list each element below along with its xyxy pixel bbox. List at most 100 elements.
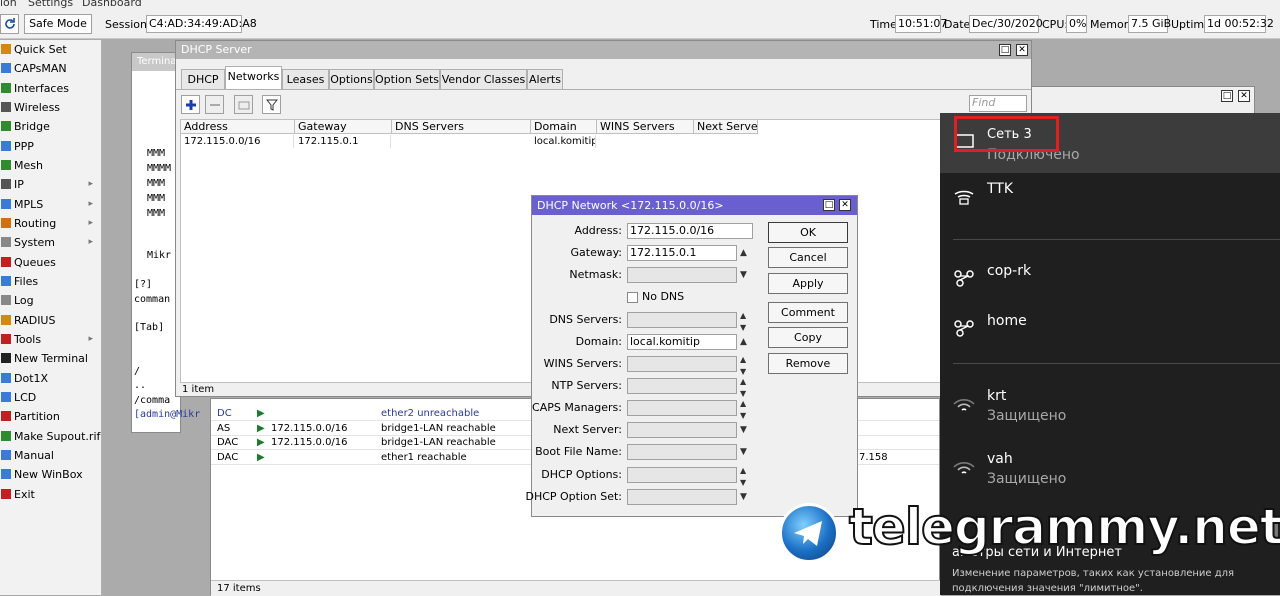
route-gateway: bridge1-LAN reachable xyxy=(381,437,496,448)
spinner-icon[interactable]: ▲ ▼ xyxy=(740,398,746,422)
column-header[interactable]: Gateway xyxy=(295,120,392,134)
sidebar-item-partition[interactable]: Partition xyxy=(0,407,101,426)
close-icon[interactable]: ✕ xyxy=(839,199,851,211)
boot-file-input[interactable] xyxy=(627,444,737,460)
maximize-icon[interactable]: □ xyxy=(1221,90,1233,102)
sidebar-item-mesh[interactable]: Mesh xyxy=(0,156,101,175)
close-icon[interactable]: ✕ xyxy=(1238,90,1250,102)
caps-managers-input[interactable] xyxy=(627,400,737,416)
background-window[interactable]: □ ✕ xyxy=(1030,86,1255,116)
cancel-button[interactable]: Cancel xyxy=(768,247,848,268)
network-item-2[interactable]: TTK xyxy=(940,181,1280,231)
domain-input[interactable]: local.komitip xyxy=(627,334,737,350)
tab-option-sets[interactable]: Option Sets xyxy=(374,69,440,89)
terminal-window[interactable]: Termina MMM MMMM MMM MMM MMM Mikr [?] comman [Ta… xyxy=(131,52,200,433)
sidebar-item-label: RADIUS xyxy=(14,313,56,327)
refresh-icon[interactable] xyxy=(0,14,19,34)
remove-icon[interactable] xyxy=(205,95,224,114)
tab-dhcp[interactable]: DHCP xyxy=(181,69,225,89)
safe-mode-button[interactable]: Safe Mode xyxy=(24,14,92,34)
spinner-icon[interactable]: ▲ ▼ xyxy=(740,465,746,489)
toolbar: Safe Mode Session: C4:AD:34:49:AD:A8 Tim… xyxy=(0,9,1280,39)
table-row[interactable]: 172.115.0.0/16 172.115.0.1 local.komitip xyxy=(181,135,1029,149)
maximize-icon[interactable]: □ xyxy=(999,44,1011,56)
dhcp-option-set-label: DHCP Option Set: xyxy=(525,490,622,503)
sidebar-item-manual[interactable]: Manual xyxy=(0,446,101,465)
address-input[interactable]: 172.115.0.0/16 xyxy=(627,223,753,239)
gateway-input[interactable]: 172.115.0.1 xyxy=(627,245,737,261)
comment-icon[interactable] xyxy=(234,95,253,114)
menu-item-settings[interactable]: Settings xyxy=(28,0,73,9)
spinner-icon[interactable]: ▲ xyxy=(740,247,747,259)
sidebar-item-tools[interactable]: Tools ▸ xyxy=(0,330,101,349)
dns-servers-input[interactable] xyxy=(627,312,737,328)
add-icon[interactable] xyxy=(181,95,200,114)
dhcp-option-set-input[interactable] xyxy=(627,489,737,505)
network-name: home xyxy=(987,313,1027,329)
tab-leases[interactable]: Leases xyxy=(282,69,329,89)
network-item-5[interactable]: krt Защищено xyxy=(940,388,1280,438)
column-header[interactable]: Next Server xyxy=(694,120,758,134)
sidebar-item-wireless[interactable]: Wireless xyxy=(0,98,101,117)
dropdown-icon[interactable]: ▼ xyxy=(740,269,747,281)
sidebar-item-ip[interactable]: IP ▸ xyxy=(0,175,101,194)
sidebar-item-bridge[interactable]: Bridge xyxy=(0,117,101,136)
network-item-3[interactable]: cop-rk xyxy=(940,263,1280,313)
remove-button[interactable]: Remove xyxy=(768,353,848,374)
network-item-6[interactable]: vah Защищено xyxy=(940,451,1280,501)
dropdown-icon[interactable]: ▼ xyxy=(740,491,747,503)
copy-button[interactable]: Copy xyxy=(768,327,848,348)
tab-networks[interactable]: Networks xyxy=(225,66,282,89)
column-header[interactable]: WINS Servers xyxy=(597,120,694,134)
no-dns-checkbox[interactable] xyxy=(627,292,638,303)
column-header[interactable]: Domain xyxy=(531,120,597,134)
column-header[interactable]: Address xyxy=(181,120,295,134)
spinner-icon[interactable]: ▲ ▼ xyxy=(740,376,746,400)
sidebar-item-new-winbox[interactable]: New WinBox xyxy=(0,465,101,484)
ntp-servers-input[interactable] xyxy=(627,378,737,394)
sidebar-item-radius[interactable]: RADIUS xyxy=(0,311,101,330)
filter-icon[interactable] xyxy=(262,95,281,114)
sidebar-item-quick-set[interactable]: Quick Set xyxy=(0,40,101,59)
column-header[interactable]: DNS Servers xyxy=(392,120,531,134)
netmask-input[interactable] xyxy=(627,267,737,283)
tools-icon xyxy=(1,333,11,344)
sidebar-item-interfaces[interactable]: Interfaces xyxy=(0,79,101,98)
sidebar-item-dot1x[interactable]: Dot1X xyxy=(0,369,101,388)
sidebar-item-mpls[interactable]: MPLS ▸ xyxy=(0,195,101,214)
dropdown-icon[interactable]: ▼ xyxy=(740,424,747,436)
wins-servers-input[interactable] xyxy=(627,356,737,372)
spinner-icon[interactable]: ▲ ▼ xyxy=(740,354,746,378)
close-icon[interactable]: ✕ xyxy=(1016,44,1028,56)
comment-button[interactable]: Comment xyxy=(768,302,848,323)
sidebar-item-exit[interactable]: Exit xyxy=(0,485,101,504)
collapse-icon[interactable]: ▲ xyxy=(740,336,747,348)
network-status: Защищено xyxy=(987,471,1067,487)
session-field[interactable]: C4:AD:34:49:AD:A8 xyxy=(146,15,257,33)
next-server-input[interactable] xyxy=(627,422,737,438)
menu-item-dashboard[interactable]: Dashboard xyxy=(82,0,142,9)
sidebar-item-files[interactable]: Files xyxy=(0,272,101,291)
ok-button[interactable]: OK xyxy=(768,222,848,243)
menu-item[interactable]: ion xyxy=(0,0,17,9)
sidebar-item-make-supout-rif[interactable]: Make Supout.rif xyxy=(0,427,101,446)
tab-options[interactable]: Options xyxy=(329,69,374,89)
sidebar-item-log[interactable]: Log xyxy=(0,291,101,310)
sidebar-item-queues[interactable]: Queues xyxy=(0,253,101,272)
tab-alerts[interactable]: Alerts xyxy=(527,69,563,89)
network-item-4[interactable]: home xyxy=(940,313,1280,363)
maximize-icon[interactable]: □ xyxy=(823,199,835,211)
dropdown-icon[interactable]: ▼ xyxy=(740,446,747,458)
spinner-icon[interactable]: ▲ ▼ xyxy=(740,310,746,334)
tab-vendor-classes[interactable]: Vendor Classes xyxy=(440,69,527,89)
sidebar-item-capsman[interactable]: CAPsMAN xyxy=(0,59,101,78)
sidebar-item-system[interactable]: System ▸ xyxy=(0,233,101,252)
sidebar-item-label: Routing xyxy=(14,216,57,230)
sidebar-item-routing[interactable]: Routing ▸ xyxy=(0,214,101,233)
sidebar-item-lcd[interactable]: LCD xyxy=(0,388,101,407)
apply-button[interactable]: Apply xyxy=(768,273,848,294)
dhcp-options-input[interactable] xyxy=(627,467,737,483)
sidebar-item-new-terminal[interactable]: New Terminal xyxy=(0,349,101,368)
find-input[interactable]: Find xyxy=(969,95,1027,112)
sidebar-item-ppp[interactable]: PPP xyxy=(0,137,101,156)
